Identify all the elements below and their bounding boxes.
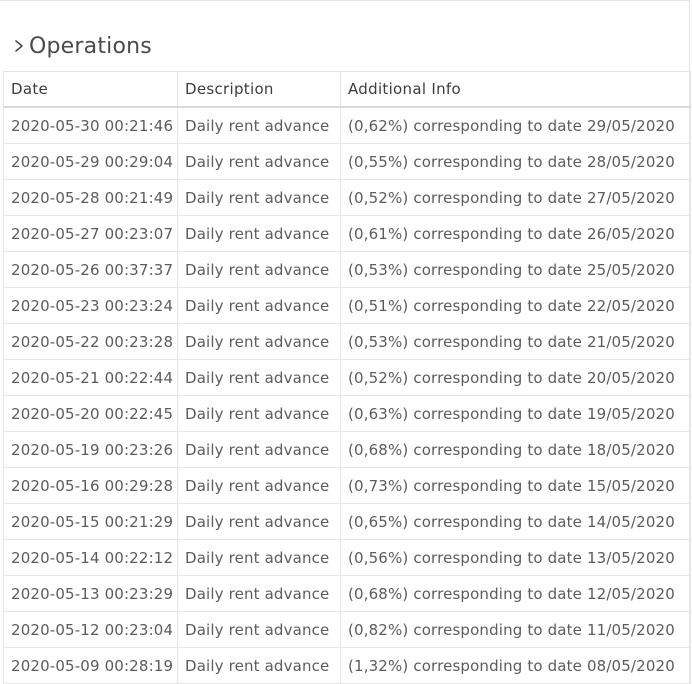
cell-description: Daily rent advance [177, 287, 341, 324]
cell-date: 2020-05-29 00:29:04 [3, 143, 178, 180]
cell-description: Daily rent advance [177, 359, 341, 396]
cell-date: 2020-05-28 00:21:49 [3, 179, 178, 216]
cell-date: 2020-05-30 00:21:46 [3, 106, 178, 144]
cell-description: Daily rent advance [177, 106, 341, 144]
cell-additional-info: (1,32%) corresponding to date 08/05/2020 [340, 647, 691, 684]
cell-description: Daily rent advance [177, 251, 341, 288]
operations-panel: Operations Date Description Additional I… [0, 0, 691, 684]
table-row: 2020-05-09 00:28:19 Daily rent advance (1,… [3, 647, 691, 684]
table-row: 2020-05-23 00:23:24 Daily rent advance (0,… [3, 287, 691, 324]
cell-additional-info: (0,53%) corresponding to date 21/05/2020 [340, 323, 691, 360]
cell-date: 2020-05-19 00:23:26 [3, 431, 178, 468]
table-row: 2020-05-27 00:23:07 Daily rent advance (0,… [3, 215, 691, 252]
section-title: Operations [29, 33, 152, 59]
table-row: 2020-05-12 00:23:04 Daily rent advance (0,… [3, 611, 691, 648]
operations-table: Date Description Additional Info 2020-05… [3, 71, 691, 684]
table-row: 2020-05-19 00:23:26 Daily rent advance (0,… [3, 431, 691, 468]
table-row: 2020-05-22 00:23:28 Daily rent advance (0,… [3, 323, 691, 360]
cell-description: Daily rent advance [177, 143, 341, 180]
cell-date: 2020-05-26 00:37:37 [3, 251, 178, 288]
cell-description: Daily rent advance [177, 503, 341, 540]
cell-date: 2020-05-15 00:21:29 [3, 503, 178, 540]
cell-additional-info: (0,51%) corresponding to date 22/05/2020 [340, 287, 691, 324]
table-row: 2020-05-20 00:22:45 Daily rent advance (0,… [3, 395, 691, 432]
cell-additional-info: (0,82%) corresponding to date 11/05/2020 [340, 611, 691, 648]
cell-date: 2020-05-14 00:22:12 [3, 539, 178, 576]
cell-additional-info: (0,55%) corresponding to date 28/05/2020 [340, 143, 691, 180]
cell-additional-info: (0,65%) corresponding to date 14/05/2020 [340, 503, 691, 540]
chevron-right-icon [13, 36, 27, 56]
table-row: 2020-05-14 00:22:12 Daily rent advance (0,… [3, 539, 691, 576]
column-header-date[interactable]: Date [3, 71, 178, 108]
cell-description: Daily rent advance [177, 431, 341, 468]
table-row: 2020-05-21 00:22:44 Daily rent advance (0,… [3, 359, 691, 396]
cell-description: Daily rent advance [177, 395, 341, 432]
cell-date: 2020-05-13 00:23:29 [3, 575, 178, 612]
cell-additional-info: (0,56%) corresponding to date 13/05/2020 [340, 539, 691, 576]
column-header-description[interactable]: Description [177, 71, 341, 108]
cell-description: Daily rent advance [177, 179, 341, 216]
cell-description: Daily rent advance [177, 575, 341, 612]
cell-date: 2020-05-27 00:23:07 [3, 215, 178, 252]
cell-additional-info: (0,73%) corresponding to date 15/05/2020 [340, 467, 691, 504]
cell-additional-info: (0,61%) corresponding to date 26/05/2020 [340, 215, 691, 252]
cell-description: Daily rent advance [177, 539, 341, 576]
cell-date: 2020-05-23 00:23:24 [3, 287, 178, 324]
cell-description: Daily rent advance [177, 323, 341, 360]
table-row: 2020-05-13 00:23:29 Daily rent advance (0,… [3, 575, 691, 612]
cell-date: 2020-05-16 00:29:28 [3, 467, 178, 504]
cell-date: 2020-05-12 00:23:04 [3, 611, 178, 648]
cell-date: 2020-05-09 00:28:19 [3, 647, 178, 684]
cell-date: 2020-05-21 00:22:44 [3, 359, 178, 396]
column-header-additional-info[interactable]: Additional Info [340, 71, 691, 108]
cell-additional-info: (0,62%) corresponding to date 29/05/2020 [340, 106, 691, 144]
table-row: 2020-05-15 00:21:29 Daily rent advance (0,… [3, 503, 691, 540]
cell-additional-info: (0,68%) corresponding to date 12/05/2020 [340, 575, 691, 612]
cell-description: Daily rent advance [177, 647, 341, 684]
cell-additional-info: (0,52%) corresponding to date 20/05/2020 [340, 359, 691, 396]
cell-date: 2020-05-20 00:22:45 [3, 395, 178, 432]
table-row: 2020-05-30 00:21:46 Daily rent advance (0,… [3, 106, 691, 144]
cell-description: Daily rent advance [177, 215, 341, 252]
cell-date: 2020-05-22 00:23:28 [3, 323, 178, 360]
cell-description: Daily rent advance [177, 467, 341, 504]
cell-additional-info: (0,63%) corresponding to date 19/05/2020 [340, 395, 691, 432]
cell-additional-info: (0,53%) corresponding to date 25/05/2020 [340, 251, 691, 288]
cell-additional-info: (0,52%) corresponding to date 27/05/2020 [340, 179, 691, 216]
table-row: 2020-05-26 00:37:37 Daily rent advance (0,… [3, 251, 691, 288]
operations-section-toggle[interactable]: Operations [0, 1, 689, 65]
table-row: 2020-05-28 00:21:49 Daily rent advance (0,… [3, 179, 691, 216]
table-row: 2020-05-29 00:29:04 Daily rent advance (0,… [3, 143, 691, 180]
table-row: 2020-05-16 00:29:28 Daily rent advance (0,… [3, 467, 691, 504]
cell-description: Daily rent advance [177, 611, 341, 648]
table-header-row: Date Description Additional Info [3, 71, 691, 108]
cell-additional-info: (0,68%) corresponding to date 18/05/2020 [340, 431, 691, 468]
